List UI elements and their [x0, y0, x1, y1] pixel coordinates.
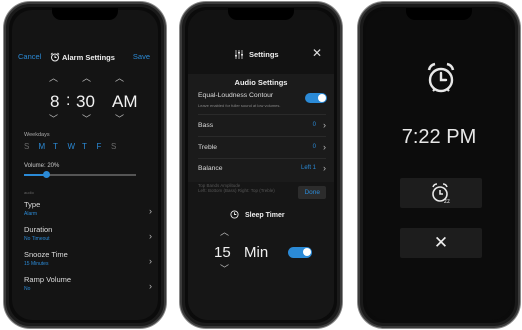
chevron-right-icon: › — [149, 256, 152, 266]
alarm-ringing-screen: 7:22 PM zz ✕ — [366, 10, 512, 320]
sleep-timer-toggle[interactable] — [288, 247, 312, 258]
snooze-button[interactable]: zz — [400, 178, 482, 208]
phone-alarm-settings: Cancel Alarm Settings Save ︿ ︿ ︿ 8 : 30 … — [4, 2, 166, 328]
setting-row-snooze-time[interactable]: Snooze Time 15 Minutes › — [24, 250, 152, 276]
section-label: audio — [24, 190, 34, 195]
divider — [198, 136, 326, 137]
day-toggle[interactable]: F — [97, 142, 112, 151]
setting-value: Alarm — [24, 211, 38, 217]
chevron-right-icon: › — [149, 206, 152, 216]
settings-title-text: Settings — [249, 50, 279, 59]
setting-value: Left 1 — [300, 165, 316, 171]
alarm-clock-icon — [427, 62, 455, 93]
setting-label: Treble — [198, 144, 218, 151]
volume-slider[interactable] — [24, 171, 136, 178]
settings-title: Settings — [234, 50, 279, 59]
save-button[interactable]: Save — [133, 52, 150, 61]
chevron-right-icon: › — [323, 142, 326, 152]
chevron-right-icon: › — [323, 163, 326, 173]
weekdays-label: Weekdays — [24, 132, 50, 138]
setting-label: Duration — [24, 225, 53, 234]
phone-notch — [406, 8, 472, 20]
setting-row-type[interactable]: Type Alarm › — [24, 200, 152, 226]
setting-row-ramp-volume[interactable]: Ramp Volume No › — [24, 275, 152, 301]
volume-label: Volume: 20% — [24, 163, 60, 169]
sleep-unit-label: Min — [244, 244, 269, 261]
chevron-right-icon: › — [323, 120, 326, 130]
setting-row-treble[interactable]: Treble 0 › — [198, 142, 326, 152]
phone-notch — [228, 8, 294, 20]
setting-label: Balance — [198, 165, 223, 172]
close-icon: ✕ — [433, 233, 449, 252]
day-toggle[interactable]: S — [111, 142, 126, 151]
setting-label: Ramp Volume — [24, 275, 72, 284]
alarm-settings-screen: Cancel Alarm Settings Save ︿ ︿ ︿ 8 : 30 … — [12, 10, 158, 320]
chevron-right-icon: › — [149, 281, 152, 291]
page-title-text: Alarm Settings — [62, 53, 115, 62]
setting-value: 0 — [312, 144, 316, 150]
weekday-selector: SMTWTFS — [24, 142, 126, 151]
minute-picker[interactable]: 30 — [76, 92, 95, 112]
setting-label: Bass — [198, 122, 214, 129]
current-time: 7:22 PM — [401, 126, 477, 148]
setting-value: No — [24, 286, 31, 292]
snooze-icon: zz — [432, 183, 450, 204]
cancel-button[interactable]: Cancel — [18, 52, 41, 61]
setting-row-duration[interactable]: Duration No Timeout › — [24, 225, 152, 251]
setting-label: Snooze Time — [24, 250, 68, 259]
alarm-settings-header: Cancel Alarm Settings Save — [12, 52, 158, 66]
day-toggle[interactable]: S — [24, 142, 39, 151]
setting-value: 0 — [312, 122, 316, 128]
setting-value: No Timeout — [24, 236, 50, 242]
setting-row-bass[interactable]: Bass 0 › — [198, 120, 326, 130]
time-separator: : — [66, 92, 71, 109]
divider — [198, 114, 326, 115]
minute-down-chevron-icon[interactable]: ﹀ — [82, 115, 91, 124]
phone-settings: Settings ✕ Audio Settings Equal-Loudness… — [180, 2, 342, 328]
phone-notch — [52, 8, 118, 20]
svg-text:zz: zz — [444, 199, 450, 204]
page-title: Alarm Settings — [50, 52, 115, 62]
minute-up-chevron-icon[interactable]: ︿ — [82, 74, 91, 83]
setting-value: 15 Minutes — [24, 261, 49, 267]
alarm-clock-icon — [50, 52, 60, 62]
timer-icon — [230, 210, 239, 219]
day-toggle[interactable]: W — [68, 142, 83, 151]
equal-loudness-label: Equal-Loudness Contour — [198, 92, 274, 99]
sliders-icon — [235, 50, 243, 59]
hour-up-chevron-icon[interactable]: ︿ — [49, 74, 58, 83]
faded-setting-subtitle: Left: Bottom (Bass) Right: Top (Treble) — [198, 188, 275, 193]
phone-alarm-ringing: 7:22 PM zz ✕ — [358, 2, 520, 328]
hour-down-chevron-icon[interactable]: ﹀ — [49, 115, 58, 124]
equal-loudness-description: Leave enabled for fuller sound at low vo… — [198, 103, 281, 108]
chevron-right-icon: › — [149, 231, 152, 241]
ampm-up-chevron-icon[interactable]: ︿ — [115, 74, 124, 83]
close-icon[interactable]: ✕ — [312, 46, 322, 60]
setting-label: Type — [24, 200, 41, 209]
equal-loudness-toggle[interactable] — [305, 93, 327, 103]
ampm-picker[interactable]: AM — [112, 92, 138, 112]
faded-setting-label: Top Bands Amplitude Left: Bottom (Bass) … — [198, 183, 275, 193]
sleep-minutes-picker[interactable]: 15 — [214, 244, 231, 261]
minutes-down-chevron-icon[interactable]: ﹀ — [220, 265, 229, 274]
hour-picker[interactable]: 8 — [50, 92, 59, 112]
volume-slider-knob[interactable] — [42, 171, 50, 178]
day-toggle[interactable]: T — [82, 142, 97, 151]
minutes-up-chevron-icon[interactable]: ︿ — [220, 228, 229, 237]
sleep-timer-title: Sleep Timer — [230, 210, 285, 219]
day-toggle[interactable]: T — [53, 142, 68, 151]
settings-screen: Settings ✕ Audio Settings Equal-Loudness… — [188, 10, 334, 320]
day-toggle[interactable]: M — [39, 142, 54, 151]
divider — [198, 158, 326, 159]
audio-settings-heading: Audio Settings — [234, 78, 288, 87]
setting-row-balance[interactable]: Balance Left 1 › — [198, 163, 326, 173]
dismiss-button[interactable]: ✕ — [400, 228, 482, 258]
sleep-timer-title-text: Sleep Timer — [245, 212, 285, 219]
done-button[interactable]: Done — [298, 186, 326, 199]
ampm-down-chevron-icon[interactable]: ﹀ — [115, 115, 124, 124]
